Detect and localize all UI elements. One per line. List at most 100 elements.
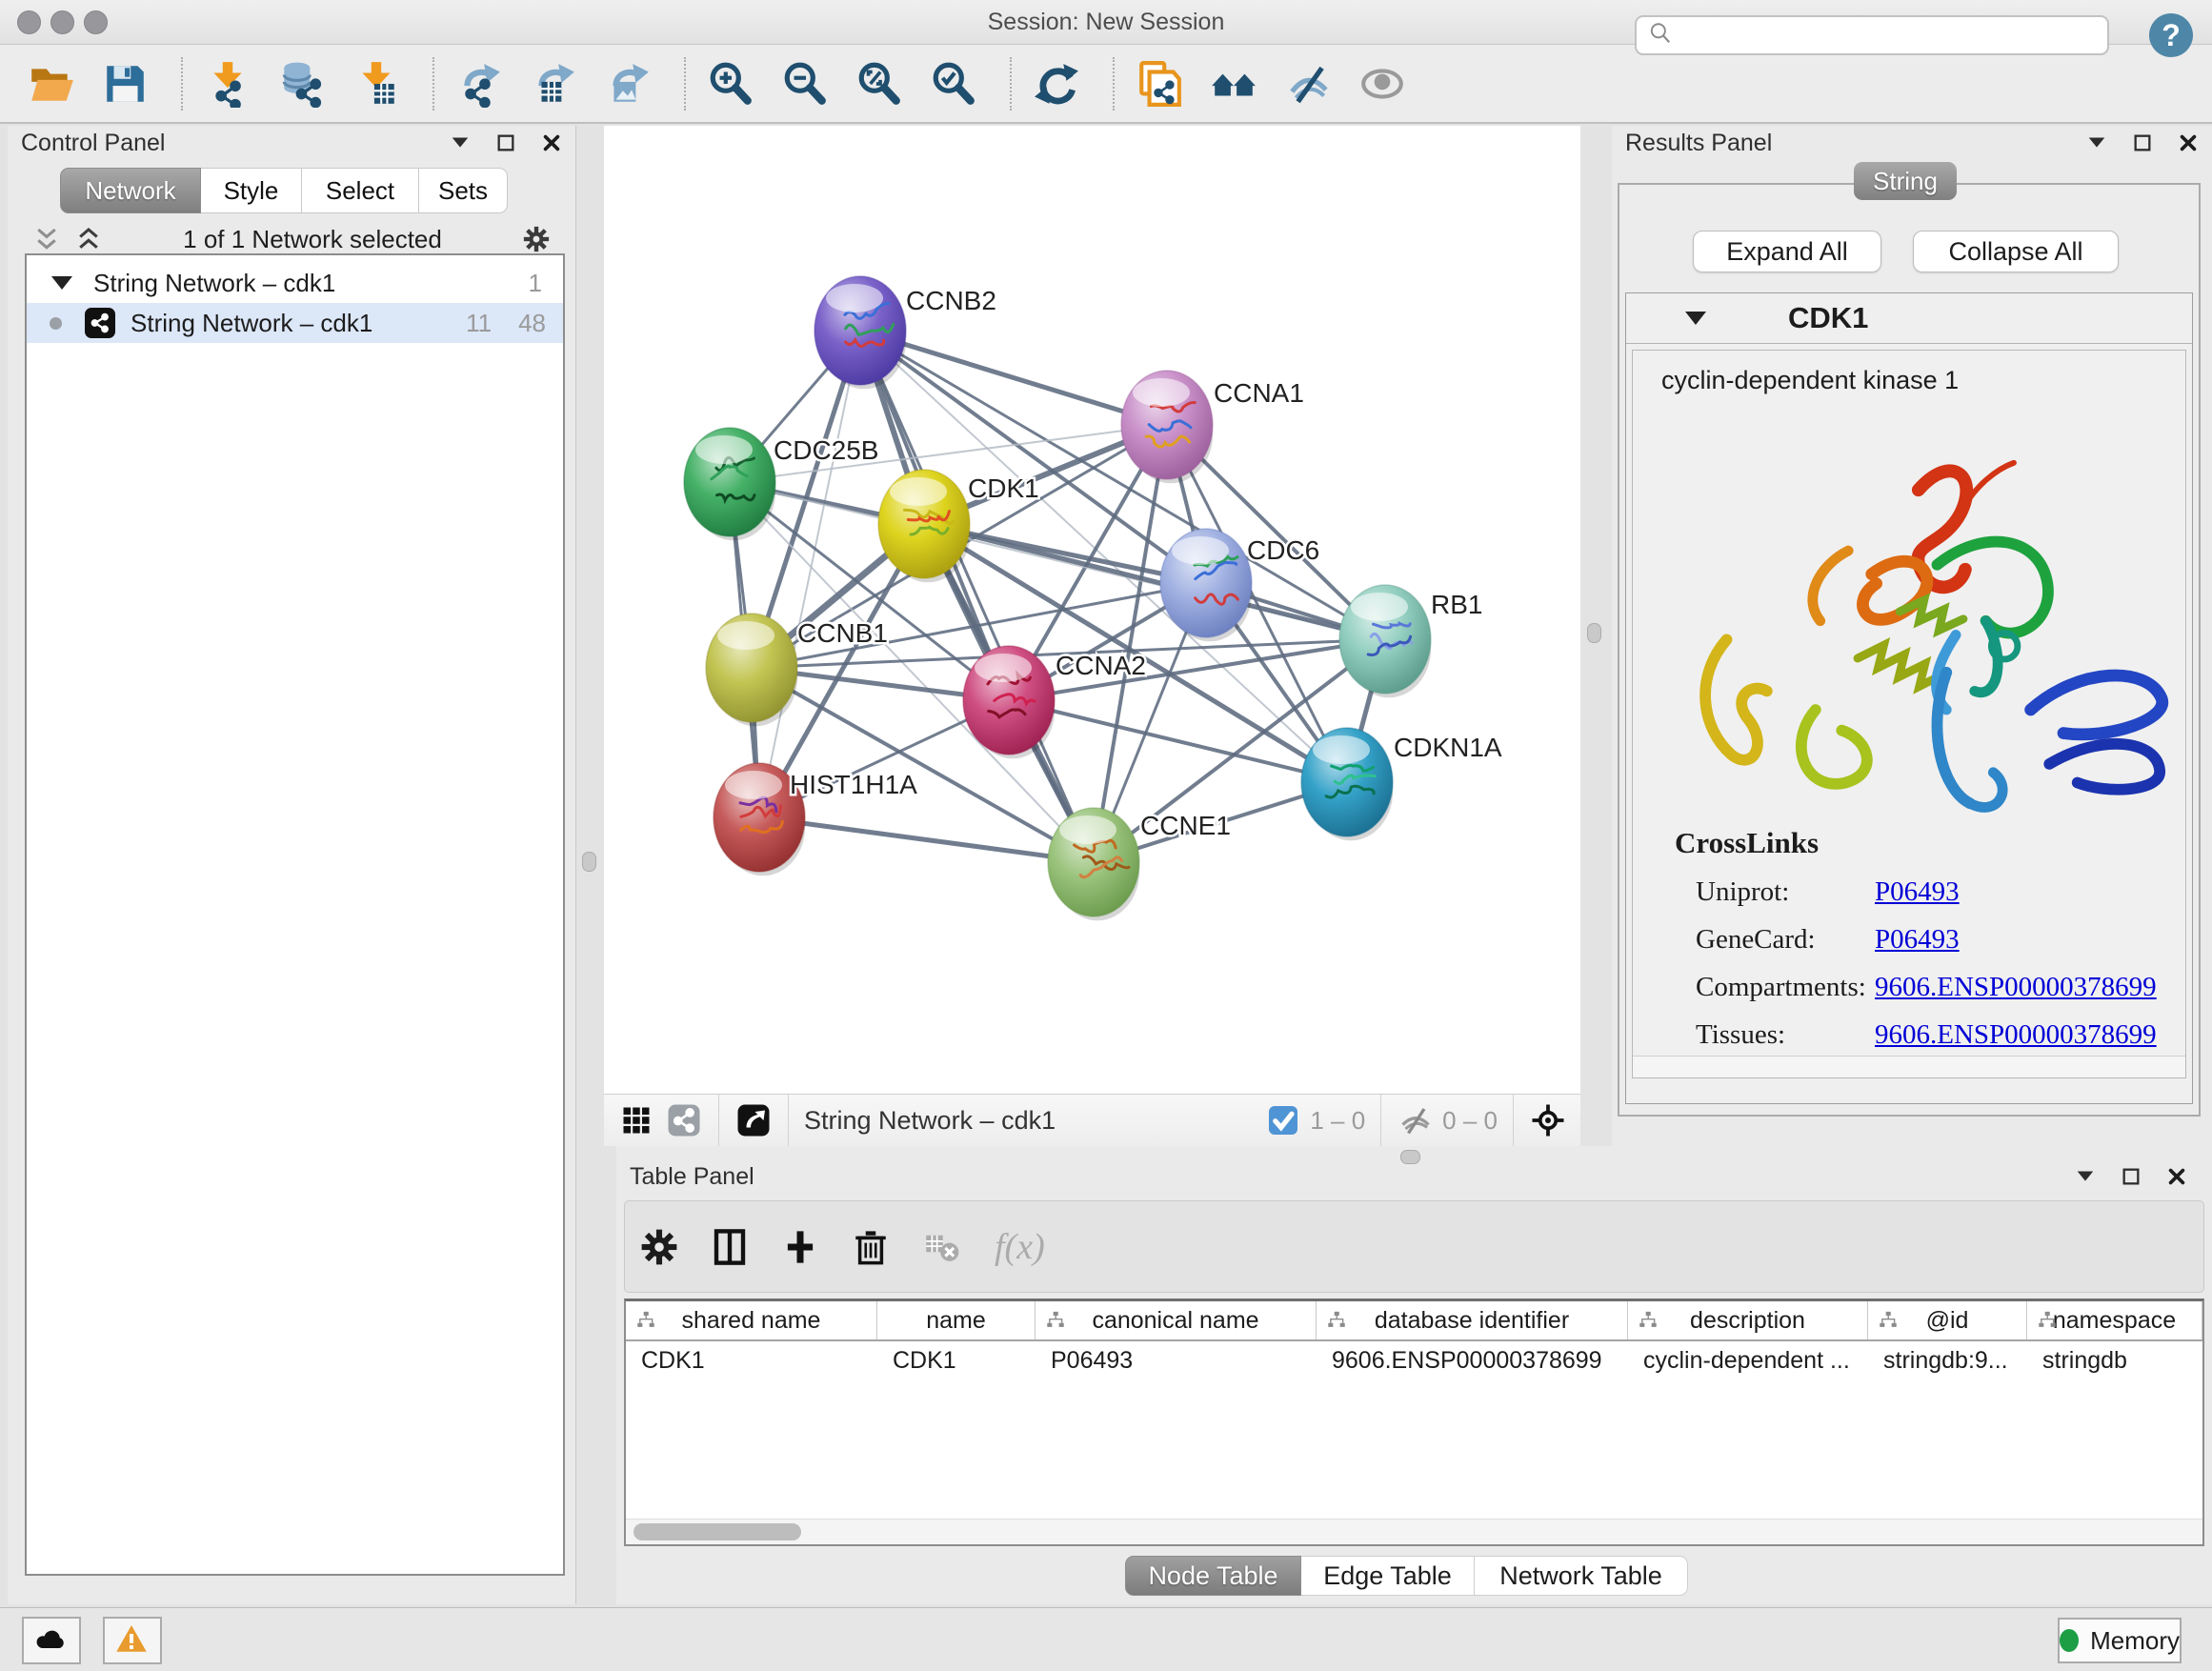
add-column-icon[interactable] [777,1224,823,1270]
search-input[interactable] [1680,21,2107,50]
tab-sets[interactable]: Sets [419,168,508,213]
table-cell[interactable]: CDK1 [877,1341,1036,1379]
tab-string[interactable]: String [1854,162,1957,200]
zoom-in-icon[interactable] [705,58,756,110]
panel-menu-icon[interactable] [450,132,471,153]
close-panel-icon[interactable] [541,132,562,153]
result-caret-icon[interactable] [1685,312,1706,325]
node-RB1[interactable]: RB1 [1339,585,1482,697]
homes-icon[interactable] [1208,58,1259,110]
tab-style[interactable]: Style [201,168,302,213]
table-horizontal-scrollbar[interactable] [626,1519,2202,1544]
node-CCNE1[interactable]: CCNE1 [1048,808,1231,920]
results-menu-icon[interactable] [2086,132,2107,153]
left-splitter-handle[interactable] [582,852,596,872]
show-columns-icon[interactable] [707,1224,753,1270]
refresh-icon[interactable] [1031,58,1082,110]
table-panel: Table Panel f(x) shared namenamecanonica… [616,1146,2212,1604]
collapse-all-button[interactable]: Collapse All [1913,231,2119,272]
cytoscape-window: { "window": { "title": "Session: New Ses… [0,0,2212,1671]
column-header-description[interactable]: description [1628,1301,1868,1339]
crosslinks-title: CrossLinks [1675,826,2185,860]
table-menu-icon[interactable] [2075,1166,2096,1187]
node-HIST1H1A[interactable]: HIST1H1A [714,763,917,876]
memory-button[interactable]: Memory [2058,1618,2182,1663]
column-header--id[interactable]: @id [1868,1301,2027,1339]
node-result-header[interactable]: CDK1 [1626,293,2192,344]
table-scrollbar-thumb[interactable] [633,1523,801,1540]
table-settings-gear-icon[interactable] [636,1224,682,1270]
network-row[interactable]: String Network – cdk1 11 48 [27,303,563,343]
import-table-icon[interactable] [351,58,402,110]
network-collection-row[interactable]: String Network – cdk1 1 [27,263,563,303]
column-header-shared-name[interactable]: shared name [626,1301,877,1339]
float-panel-icon[interactable] [495,132,516,153]
show-eye-icon[interactable] [1357,58,1408,110]
delete-column-icon[interactable] [848,1224,894,1270]
crosslink-link[interactable]: 9606.ENSP00000378699 [1875,972,2157,1003]
edge-HIST1H1A-CCNE1[interactable] [759,817,1094,862]
selected-checkbox-icon[interactable] [1264,1101,1302,1139]
tab-network-table[interactable]: Network Table [1475,1556,1688,1596]
column-header-namespace[interactable]: namespace [2027,1301,2202,1339]
network-selection-status: 1 of 1 Network selected [103,225,522,254]
column-header-canonical-name[interactable]: canonical name [1036,1301,1317,1339]
table-close-icon[interactable] [2166,1166,2187,1187]
tab-node-table[interactable]: Node Table [1125,1556,1301,1596]
crosslink-link[interactable]: P06493 [1875,876,1960,908]
table-row[interactable]: CDK1CDK1P064939606.ENSP00000378699cyclin… [626,1341,2202,1379]
crosslink-link[interactable]: 9606.ENSP00000378699 [1875,1019,2157,1051]
hide-panel-icon[interactable] [1282,58,1334,110]
table-cell[interactable]: CDK1 [626,1341,877,1379]
help-button[interactable]: ? [2149,13,2193,57]
node-CCNA1[interactable]: CCNA1 [1121,371,1304,483]
network-label: String Network – cdk1 [131,309,372,338]
duplicate-document-icon[interactable] [1134,58,1185,110]
node-CDKN1A[interactable]: CDKN1A [1301,728,1502,840]
grid-view-icon[interactable] [617,1101,655,1139]
detach-view-icon[interactable] [734,1101,773,1139]
birdseye-navigator-icon[interactable] [1529,1101,1567,1139]
results-scrollbar[interactable] [1633,1056,2185,1077]
table-cell[interactable]: cyclin-dependent ... [1628,1341,1868,1379]
node-result-card: CDK1 cyclin-dependent kinase 1 [1625,292,2193,1104]
network-canvas[interactable]: CCNB2CCNA1CDC25BCDK1CDC6RB1CCNB1CCNA2CDK… [604,126,1580,1094]
expand-all-button[interactable]: Expand All [1693,231,1881,272]
table-cell[interactable]: stringdb:9... [1868,1341,2027,1379]
table-splitter-handle[interactable] [1400,1150,1420,1164]
import-database-icon[interactable] [276,58,328,110]
warning-icon [114,1622,151,1659]
edge-CCNB2-CCNA1[interactable] [860,331,1167,425]
crosslink-link[interactable]: P06493 [1875,924,1960,956]
expand-all-icon[interactable] [74,225,103,253]
save-session-icon[interactable] [99,58,151,110]
node-CCNB1[interactable]: CCNB1 [706,614,888,726]
results-float-icon[interactable] [2132,132,2153,153]
cloud-status-button[interactable] [22,1617,81,1664]
network-options-gear-icon[interactable] [522,225,551,253]
results-close-icon[interactable] [2178,132,2199,153]
tab-edge-table[interactable]: Edge Table [1301,1556,1475,1596]
tab-select[interactable]: Select [302,168,419,213]
open-session-icon[interactable] [25,58,76,110]
zoom-selected-icon[interactable] [928,58,979,110]
collapse-all-icon[interactable] [32,225,61,253]
table-cell[interactable]: P06493 [1036,1341,1317,1379]
zoom-fit-icon[interactable] [854,58,905,110]
export-table-icon[interactable] [528,58,579,110]
tab-network[interactable]: Network [60,168,201,213]
table-float-icon[interactable] [2121,1166,2142,1187]
warnings-button[interactable] [103,1617,162,1664]
export-network-icon[interactable] [453,58,505,110]
node-CDK1[interactable]: CDK1 [878,470,1039,582]
table-cell[interactable]: 9606.ENSP00000378699 [1317,1341,1628,1379]
column-header-database-identifier[interactable]: database identifier [1317,1301,1628,1339]
table-cell[interactable]: stringdb [2027,1341,2202,1379]
zoom-out-icon[interactable] [779,58,831,110]
search-box[interactable] [1635,15,2109,55]
import-network-icon[interactable] [202,58,253,110]
column-header-name[interactable]: name [877,1301,1036,1339]
export-image-icon[interactable] [602,58,654,110]
collection-caret-icon[interactable] [51,276,72,290]
right-splitter-handle[interactable] [1587,623,1601,643]
